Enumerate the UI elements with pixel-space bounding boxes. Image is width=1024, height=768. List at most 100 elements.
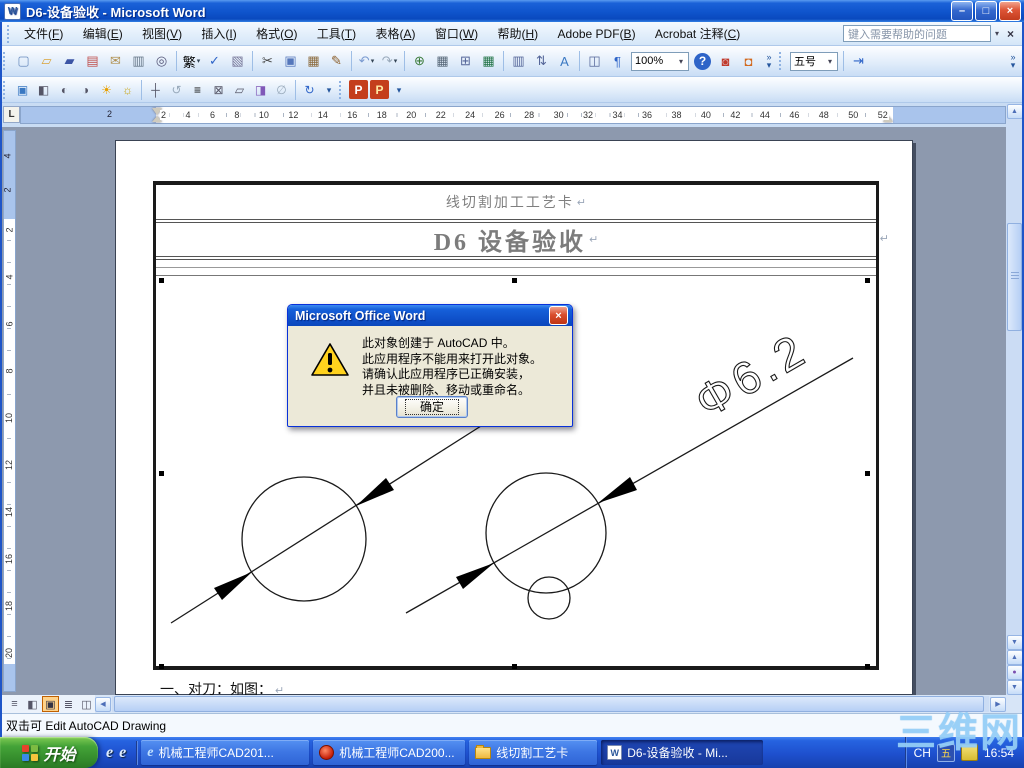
text-wrapping-icon[interactable]: ▱ <box>230 80 249 99</box>
selection-handle[interactable] <box>159 664 164 669</box>
selection-handle[interactable] <box>865 278 870 283</box>
toolbar-options-chevron[interactable]: » ▾ <box>762 47 776 75</box>
zoom-select[interactable]: 100% ▾ <box>631 51 689 71</box>
restore-button[interactable]: □ <box>975 1 997 21</box>
print-icon[interactable]: ▥ <box>128 51 149 72</box>
selection-handle[interactable] <box>159 278 164 283</box>
minimize-button[interactable]: – <box>951 1 973 21</box>
scroll-down-button[interactable]: ▼ <box>1006 635 1023 650</box>
selection-handle[interactable] <box>159 471 164 476</box>
document-map-icon[interactable]: ◫ <box>584 51 605 72</box>
menu-item[interactable]: 插入(I) <box>193 24 244 44</box>
convert-to-pdf-icon[interactable]: P <box>349 80 368 99</box>
menu-item[interactable]: 视图(V) <box>134 24 190 44</box>
set-transparent-color-icon[interactable]: ∅ <box>272 80 291 99</box>
start-button[interactable]: 开始 <box>0 737 98 768</box>
taskbar-task-word[interactable]: W D6-设备验收 - Mi... <box>601 740 764 765</box>
font-size-dropdown-icon[interactable]: ▾ <box>826 57 834 66</box>
new-document-icon[interactable]: ▢ <box>13 51 34 72</box>
toolbar-drag-grip[interactable] <box>779 52 784 70</box>
selection-handle[interactable] <box>512 664 517 669</box>
toolbar-options-chevron[interactable]: ▾ <box>322 76 336 104</box>
print-layout-view-button[interactable]: ▣ <box>42 696 59 712</box>
indent-icon[interactable]: ⇥ <box>848 51 869 72</box>
cut-icon[interactable]: ✂ <box>257 51 278 72</box>
pdf-comment-icon[interactable]: P <box>370 80 389 99</box>
scrollbar-thumb[interactable] <box>1007 223 1022 331</box>
scroll-up-button[interactable]: ▲ <box>1006 104 1023 119</box>
zoom-dropdown-icon[interactable]: ▾ <box>677 57 685 66</box>
toolbar-drag-grip[interactable] <box>3 80 8 99</box>
taskbar-task-browser-1[interactable]: e 机械工程师CAD201... <box>141 740 310 765</box>
toolbar-options-chevron[interactable]: » ▾ <box>1006 47 1020 75</box>
browser-icon[interactable]: e <box>119 744 126 762</box>
ok-button[interactable]: 确定 <box>396 396 468 418</box>
ime-icon[interactable]: 五 <box>936 743 955 762</box>
more-brightness-icon[interactable]: ☀ <box>97 80 116 99</box>
close-button[interactable]: × <box>999 1 1021 21</box>
scrollbar-track[interactable] <box>112 696 989 712</box>
menu-item[interactable]: 格式(O) <box>248 24 305 44</box>
redo-icon[interactable]: ↷ <box>379 51 400 72</box>
menu-item[interactable]: Acrobat 注释(C) <box>647 24 748 44</box>
scroll-left-button[interactable]: ◀ <box>95 696 111 712</box>
body-paragraph[interactable]: 一、对刀：如图： ↵ <box>160 679 284 695</box>
help-question-input[interactable]: 键入需要帮助的问题 <box>842 25 991 42</box>
help-icon[interactable]: ? <box>694 52 711 70</box>
copy-icon[interactable]: ▣ <box>280 51 301 72</box>
mail-icon[interactable]: ✉ <box>105 51 126 72</box>
tables-borders-icon[interactable]: ▦ <box>432 51 453 72</box>
reading-layout-view-button[interactable]: ◫ <box>78 696 95 712</box>
menu-drag-grip[interactable] <box>7 24 12 43</box>
color-mode-icon[interactable]: ◧ <box>34 80 53 99</box>
next-page-button[interactable]: ▼ <box>1006 680 1023 695</box>
tab-selector-button[interactable]: L <box>3 106 20 123</box>
taskbar-task-folder[interactable]: 线切割工艺卡 <box>469 740 598 765</box>
reading-layout-icon[interactable]: ◘ <box>738 51 759 72</box>
menu-item[interactable]: 文件(F) <box>16 24 71 44</box>
menu-item[interactable]: 编辑(E) <box>75 24 131 44</box>
insert-table-icon[interactable]: ⊞ <box>455 51 476 72</box>
toolbar-drag-grip[interactable] <box>3 52 8 70</box>
research-icon[interactable]: ▧ <box>227 51 248 72</box>
language-indicator[interactable]: CH <box>914 746 931 760</box>
less-brightness-icon[interactable]: ☼ <box>118 80 137 99</box>
wordart-icon[interactable]: A <box>554 51 575 72</box>
font-size-select[interactable]: 五号 ▾ <box>790 51 838 71</box>
tray-icon[interactable] <box>960 744 978 761</box>
menu-item[interactable]: 窗口(W) <box>427 24 486 44</box>
line-style-icon[interactable]: ≡ <box>188 80 207 99</box>
show-hide-icon[interactable]: ¶ <box>607 51 628 72</box>
scrollbar-track[interactable] <box>1006 119 1023 635</box>
reset-picture-icon[interactable]: ↻ <box>300 80 319 99</box>
scroll-right-button[interactable]: ▶ <box>990 696 1006 712</box>
vertical-scrollbar[interactable]: ▲ ▼ ▲ ● ▼ <box>1006 104 1023 695</box>
undo-icon[interactable]: ↶ <box>356 51 377 72</box>
selection-handle[interactable] <box>865 471 870 476</box>
spelling-icon[interactable]: ✓ <box>204 51 225 72</box>
taskbar-task-browser-2[interactable]: 机械工程师CAD200... <box>313 740 466 765</box>
dialog-close-button[interactable]: × <box>549 306 568 325</box>
selection-handle[interactable] <box>512 278 517 283</box>
print-preview-icon[interactable]: ◎ <box>151 51 172 72</box>
previous-page-button[interactable]: ▲ <box>1006 650 1023 665</box>
format-painter-icon[interactable]: ✎ <box>326 51 347 72</box>
normal-view-button[interactable]: ≡ <box>6 696 23 712</box>
hyperlink-icon[interactable]: ⊕ <box>409 51 430 72</box>
permission-icon[interactable]: ▤ <box>82 51 103 72</box>
paste-icon[interactable]: ▦ <box>303 51 324 72</box>
less-contrast-icon[interactable]: ◑ <box>76 80 95 99</box>
columns-icon[interactable]: ▥ <box>508 51 529 72</box>
toolbar-options-chevron[interactable]: ▾ <box>392 76 406 104</box>
menu-item[interactable]: 帮助(H) <box>490 24 547 44</box>
selection-handle[interactable] <box>865 664 870 669</box>
web-layout-view-button[interactable]: ◧ <box>24 696 41 712</box>
outline-view-button[interactable]: ≣ <box>60 696 77 712</box>
internet-explorer-icon[interactable]: e <box>106 744 113 762</box>
more-contrast-icon[interactable]: ◐ <box>55 80 74 99</box>
format-picture-icon[interactable]: ◨ <box>251 80 270 99</box>
sort-icon[interactable]: ⇅ <box>531 51 552 72</box>
doc-search-icon[interactable]: ◙ <box>715 51 736 72</box>
open-folder-icon[interactable]: ▱ <box>36 51 57 72</box>
save-icon[interactable]: ▰ <box>59 51 80 72</box>
